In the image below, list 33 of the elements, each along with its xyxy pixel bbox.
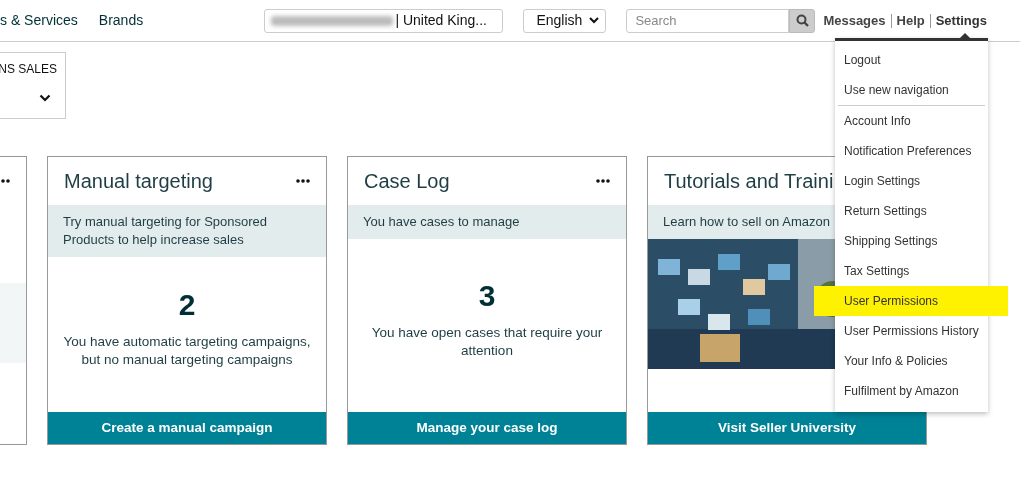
card-text: You have open cases that require your attention (370, 324, 604, 360)
menu-item[interactable]: User Permissions History (835, 316, 988, 346)
menu-item[interactable]: Tax Settings (835, 256, 988, 286)
card-title: Tutorials and Traini (664, 169, 834, 194)
menu-item[interactable]: Use new navigation (835, 75, 988, 105)
action-button[interactable]: Manage your case log (348, 412, 626, 444)
menu-item[interactable]: Account Info (835, 106, 988, 136)
menu-item[interactable]: Login Settings (835, 166, 988, 196)
top-link[interactable]: Help (896, 10, 925, 31)
language-select[interactable]: English (523, 8, 607, 33)
card-subtitle: You have cases to manage (348, 205, 626, 239)
menu-item[interactable]: Logout (835, 45, 988, 75)
filter-label: NS SALES (0, 61, 57, 78)
search-field[interactable]: Search (626, 8, 790, 33)
top-link[interactable]: Messages (823, 10, 886, 31)
menu-item[interactable]: Your Info & Policies (835, 346, 988, 376)
card-title: Case Log (364, 169, 450, 194)
filter-dropdown[interactable]: NS SALES (0, 52, 66, 119)
store-selector[interactable]: | United King... (264, 8, 504, 33)
count-value: 3 (478, 278, 496, 314)
store-name: | United King... (395, 11, 487, 30)
action-button[interactable]: Visit Seller University (648, 412, 926, 444)
nav-link[interactable]: s & Services (0, 10, 78, 31)
menu-item[interactable]: Notification Preferences (835, 136, 988, 166)
card-title: Manual targeting (64, 169, 213, 194)
menu-item[interactable]: User Permissions (814, 286, 1008, 316)
top-link[interactable]: Settings (935, 10, 987, 31)
menu-item[interactable]: Fulfilment by Amazon (835, 376, 988, 406)
card-text: You have automatic targeting campaigns, but no manual targeting campaigns (62, 333, 312, 369)
card-subtitle: Try manual targeting for Sponsored Products to help increase sales (48, 205, 326, 257)
count-value: 2 (178, 287, 196, 323)
action-button[interactable]: Create a manual campaign (48, 412, 326, 444)
nav-link[interactable]: Brands (98, 10, 144, 31)
